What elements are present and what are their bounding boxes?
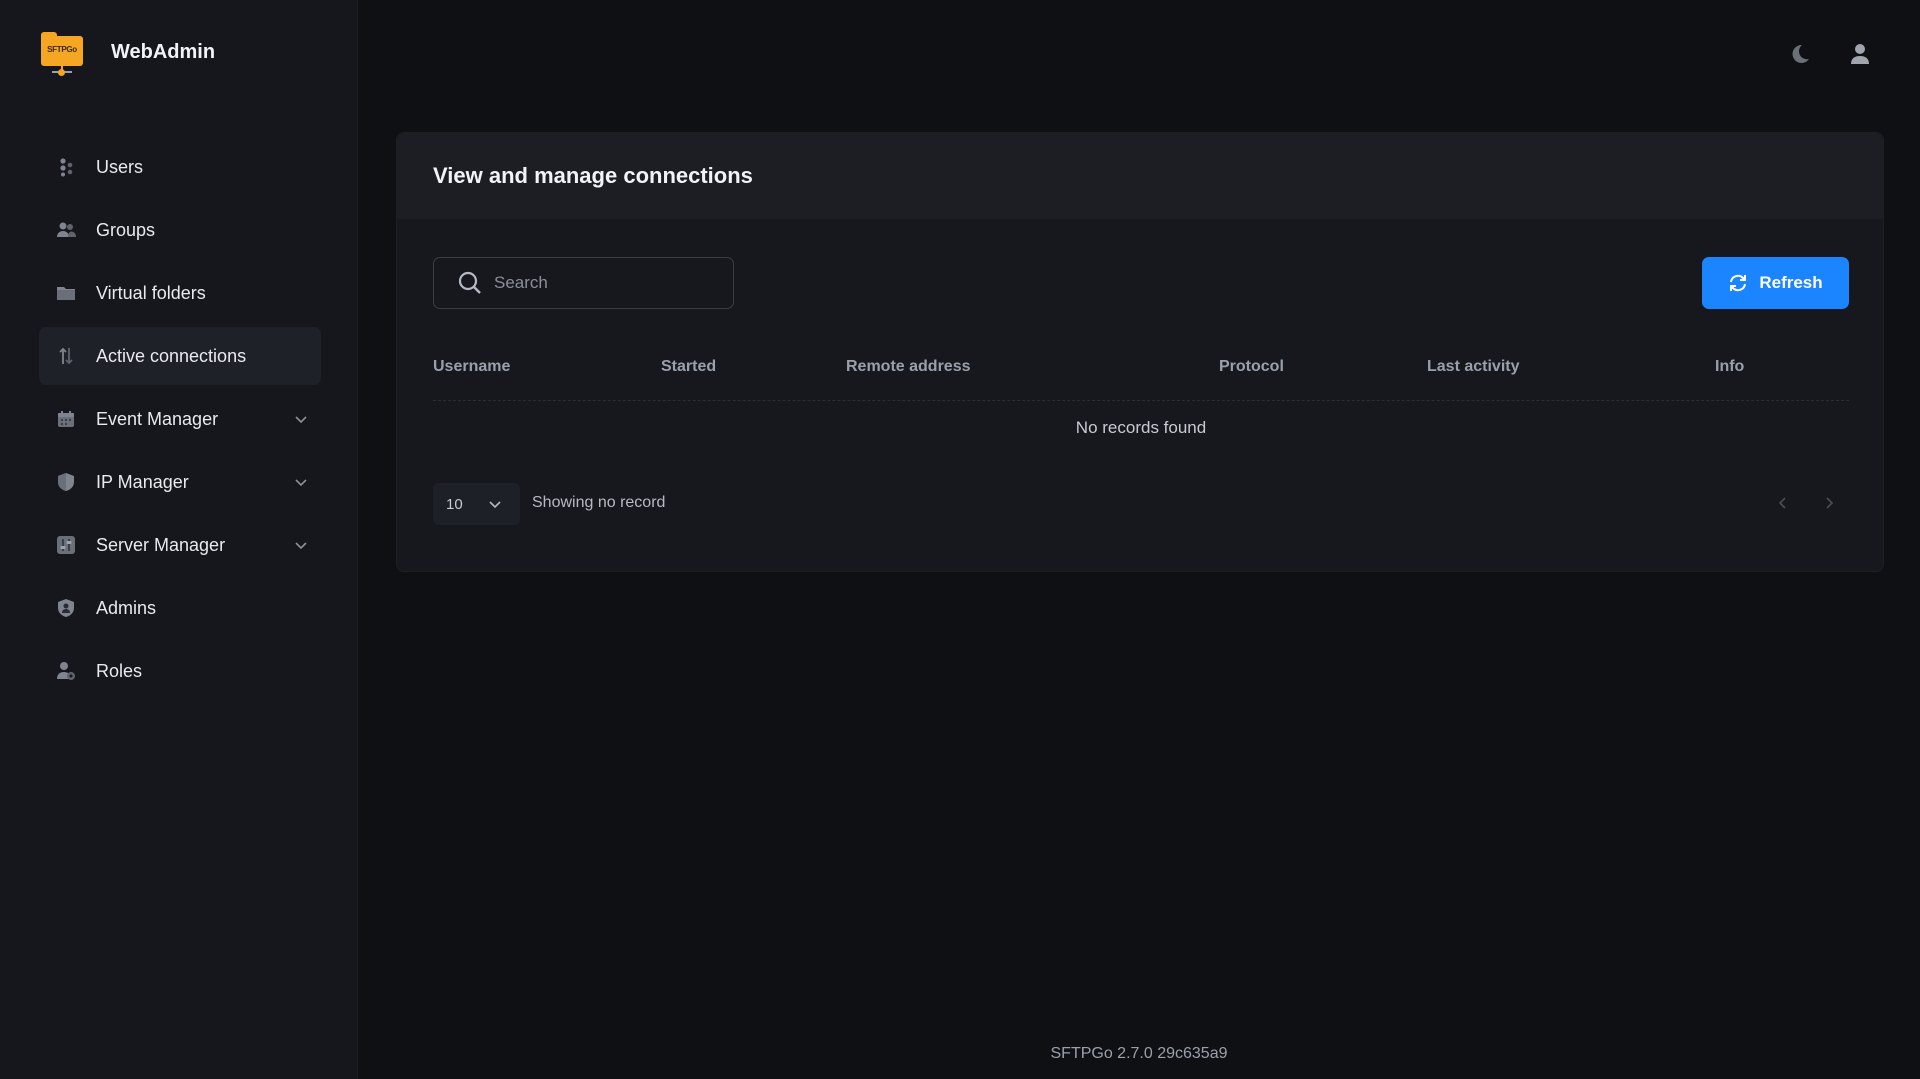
calendar-icon xyxy=(56,409,76,429)
column-header-last-activity[interactable]: Last activity xyxy=(1427,358,1519,376)
sidebar-item-admins[interactable]: Admins xyxy=(39,579,321,637)
folder-icon xyxy=(56,283,76,303)
sidebar-nav: Users Groups Virtual folders Active conn… xyxy=(39,138,321,705)
sidebar-item-label: Server Manager xyxy=(96,534,226,555)
logo-text: SFTPGo xyxy=(47,45,77,54)
sidebar-item-label: Event Manager xyxy=(96,408,219,429)
sidebar-item-server-manager[interactable]: Server Manager xyxy=(39,516,321,574)
page-title: View and manage connections xyxy=(433,163,753,188)
arrows-updown-icon xyxy=(56,346,76,366)
chevron-down-icon xyxy=(489,501,501,509)
sidebar-item-roles[interactable]: Roles xyxy=(39,642,321,700)
sidebar: SFTPGo WebAdmin Users Groups Virtual fol… xyxy=(0,0,358,1079)
admin-shield-icon xyxy=(56,598,76,618)
sliders-icon xyxy=(56,535,76,555)
search-field[interactable] xyxy=(433,257,734,309)
connections-card: View and manage connections Refresh User… xyxy=(396,132,1884,572)
sidebar-item-active-connections[interactable]: Active connections xyxy=(39,327,321,385)
shield-icon xyxy=(56,472,76,492)
table-header: Username Started Remote address Protocol… xyxy=(433,343,1849,401)
sidebar-item-label: Users xyxy=(96,156,144,177)
sidebar-item-label: Groups xyxy=(96,219,156,240)
sftpgo-logo-icon: SFTPGo xyxy=(40,30,84,76)
refresh-icon xyxy=(1730,274,1747,292)
column-header-remote-address[interactable]: Remote address xyxy=(846,358,971,376)
search-icon xyxy=(458,271,481,294)
users-icon xyxy=(56,157,76,177)
chevron-down-icon xyxy=(295,416,307,424)
sidebar-item-label: IP Manager xyxy=(96,471,189,492)
refresh-label: Refresh xyxy=(1759,273,1823,292)
sidebar-item-ip-manager[interactable]: IP Manager xyxy=(39,453,321,511)
brand[interactable]: SFTPGo WebAdmin xyxy=(40,30,216,76)
chevron-down-icon xyxy=(295,542,307,550)
column-header-started[interactable]: Started xyxy=(661,358,716,376)
page-size-value: 10 xyxy=(446,495,463,513)
sidebar-item-event-manager[interactable]: Event Manager xyxy=(39,390,321,448)
search-input[interactable] xyxy=(494,273,714,293)
page-size-select[interactable]: 10 xyxy=(433,483,520,525)
user-icon[interactable] xyxy=(1848,42,1872,66)
sidebar-item-label: Active connections xyxy=(96,345,247,366)
chevron-left-icon[interactable] xyxy=(1775,495,1791,511)
moon-icon[interactable] xyxy=(1788,42,1812,66)
chevron-right-icon[interactable] xyxy=(1821,495,1837,511)
sidebar-item-label: Roles xyxy=(96,660,143,681)
brand-title: WebAdmin xyxy=(111,40,216,63)
pagination-summary: Showing no record xyxy=(532,494,666,511)
column-header-protocol[interactable]: Protocol xyxy=(1219,358,1284,376)
sidebar-item-label: Virtual folders xyxy=(96,282,206,303)
user-gear-icon xyxy=(56,661,76,681)
sidebar-item-label: Admins xyxy=(96,597,157,618)
card-header: View and manage connections xyxy=(397,133,1883,219)
groups-icon xyxy=(56,220,76,240)
sidebar-item-users[interactable]: Users xyxy=(39,138,321,196)
sidebar-item-virtual-folders[interactable]: Virtual folders xyxy=(39,264,321,322)
column-header-username[interactable]: Username xyxy=(433,358,510,376)
chevron-down-icon xyxy=(295,479,307,487)
empty-table-message: No records found xyxy=(1075,418,1207,437)
footer-version: SFTPGo 2.7.0 29c635a9 xyxy=(1050,1045,1228,1062)
sidebar-item-groups[interactable]: Groups xyxy=(39,201,321,259)
column-header-info[interactable]: Info xyxy=(1715,358,1744,376)
refresh-button[interactable]: Refresh xyxy=(1702,257,1849,309)
